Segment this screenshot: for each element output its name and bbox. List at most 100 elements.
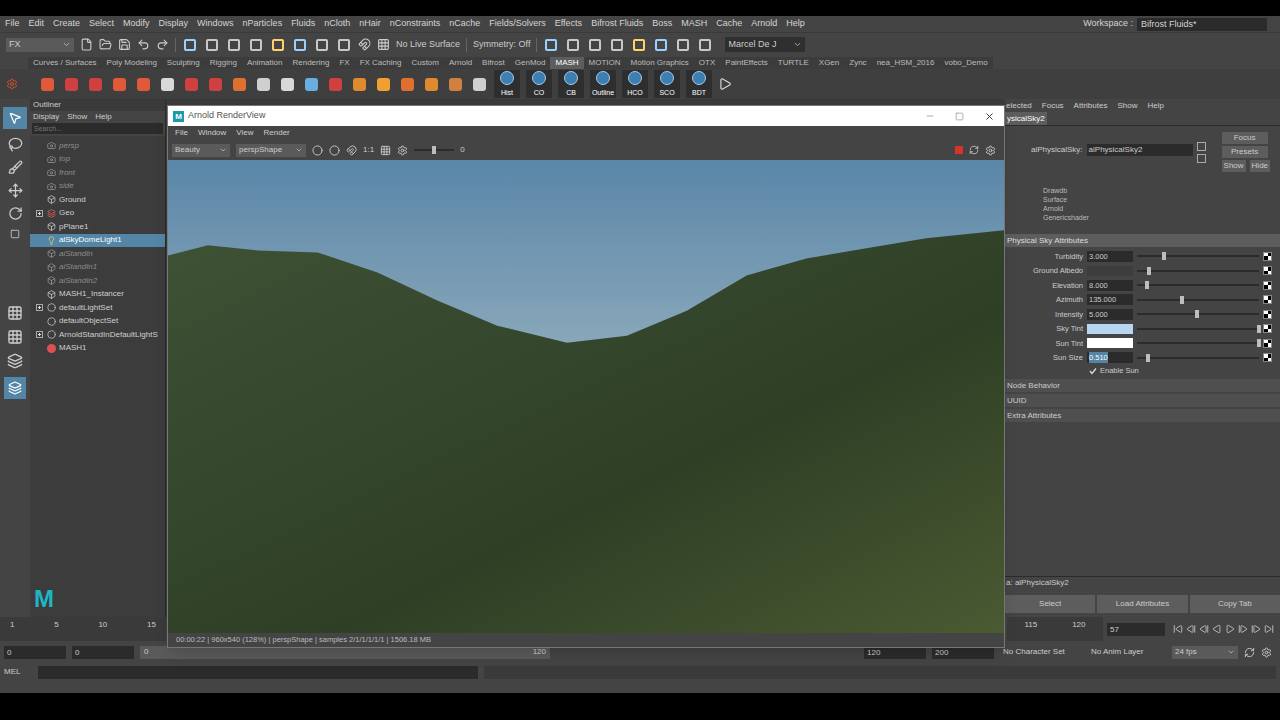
shelf-button[interactable] [254, 75, 272, 93]
outliner-item[interactable]: Geo [30, 207, 165, 221]
attribute-slider[interactable] [1137, 309, 1259, 319]
menu-item[interactable]: Create [53, 17, 80, 31]
slider-handle[interactable] [1180, 296, 1184, 304]
camera-dropdown[interactable]: perspShape [236, 144, 306, 157]
color-swatch[interactable] [1087, 324, 1133, 334]
undo-icon[interactable] [137, 38, 150, 51]
attribute-slider[interactable] [1137, 280, 1259, 290]
shelf-button[interactable] [158, 75, 176, 93]
render-view-window[interactable]: MArnold RenderViewFileWindowViewRenderBe… [167, 105, 1005, 648]
shelf-tab[interactable]: Poly Modeling [102, 57, 162, 69]
exposure-icon[interactable] [397, 145, 408, 156]
expand-icon[interactable] [36, 210, 43, 217]
color-swatch[interactable] [1087, 338, 1133, 348]
shelf-tab[interactable]: FX Caching [355, 57, 407, 69]
checkbox-row[interactable]: Enable Sun [1005, 365, 1280, 377]
shelf-button[interactable] [38, 75, 56, 93]
menu-item[interactable]: Effects [555, 17, 582, 31]
status-tool-icon[interactable] [248, 37, 264, 53]
render-view-menu-item[interactable]: Render [264, 127, 290, 139]
ae-button[interactable]: Show [1222, 160, 1246, 172]
play-forward-icon[interactable] [1225, 624, 1235, 634]
refresh-icon[interactable] [969, 145, 979, 155]
snapshot-icon[interactable] [329, 145, 340, 156]
ae-input-icon[interactable] [1197, 142, 1206, 151]
shelf-tab[interactable]: Rigging [205, 57, 242, 69]
attribute-slider[interactable] [1137, 324, 1259, 334]
step-back-key-icon[interactable] [1186, 624, 1196, 634]
outliner-item[interactable]: pPlane1 [30, 220, 165, 234]
shelf-button[interactable] [374, 75, 392, 93]
section-header[interactable]: Node Behavior [1005, 379, 1280, 392]
shelf-button[interactable] [278, 75, 296, 93]
render-tool-icon[interactable] [543, 37, 559, 53]
menu-item[interactable]: Bifrost Fluids [591, 17, 643, 31]
open-scene-icon[interactable] [99, 38, 112, 51]
shelf-button[interactable] [110, 75, 128, 93]
menu-item[interactable]: Edit [29, 17, 45, 31]
shelf-button[interactable] [422, 75, 440, 93]
ae-menu-item[interactable]: Help [1147, 99, 1163, 112]
shelf-labeled-button[interactable]: CB [558, 70, 584, 98]
aov-dropdown[interactable]: Beauty [172, 144, 230, 157]
outliner-item[interactable]: top [30, 153, 165, 167]
shelf-labeled-button[interactable]: SCO [654, 70, 680, 98]
scale-tool-icon[interactable] [10, 229, 20, 239]
ae-button[interactable]: Hide [1250, 160, 1270, 172]
save-scene-icon[interactable] [118, 38, 131, 51]
shelf-labeled-button[interactable]: BDT [686, 70, 712, 98]
shelf-settings-icon[interactable] [6, 78, 18, 90]
ae-menu-item[interactable]: elected [1006, 99, 1032, 112]
shelf-tab[interactable]: Curves / Surfaces [28, 57, 102, 69]
symmetry[interactable]: Symmetry: Off [473, 38, 530, 52]
map-button[interactable] [1263, 281, 1272, 290]
command-input[interactable] [38, 666, 478, 679]
workspace-dropdown[interactable]: Bifrost Fluids* [1137, 18, 1267, 31]
outliner-item[interactable]: aiStandIn2 [30, 274, 165, 288]
menu-item[interactable]: Fields/Solvers [489, 17, 546, 31]
outliner-item[interactable]: side [30, 180, 165, 194]
redo-icon[interactable] [156, 38, 169, 51]
inner-start-field[interactable]: 0 [72, 646, 134, 659]
shelf-tab[interactable]: MASH [550, 57, 583, 69]
shelf-button[interactable] [86, 75, 104, 93]
menu-item[interactable]: Boss [652, 17, 672, 31]
shelf-button[interactable] [398, 75, 416, 93]
shelf-tab[interactable]: PaintEffects [720, 57, 773, 69]
menu-item[interactable]: Modify [123, 17, 150, 31]
render-tool-icon[interactable] [697, 37, 713, 53]
maximize-icon[interactable] [955, 112, 964, 121]
minimize-icon[interactable] [925, 111, 935, 121]
render-view-menu-item[interactable]: View [236, 127, 253, 139]
attribute-slider[interactable] [1137, 295, 1259, 305]
expand-icon[interactable] [36, 331, 43, 338]
slider-handle[interactable] [1147, 267, 1151, 275]
menu-item[interactable]: nCache [449, 17, 480, 31]
attribute-field[interactable]: 3.000 [1087, 251, 1133, 262]
shelf-tab[interactable]: Zync [844, 57, 871, 69]
outliner-item[interactable]: defaultLightSet [30, 301, 165, 315]
slider-handle[interactable] [1146, 354, 1150, 362]
shelf-tab[interactable]: MOTION [584, 57, 626, 69]
outliner-menu-item[interactable]: Display [33, 111, 59, 123]
snap-icon[interactable] [358, 38, 371, 51]
attribute-field[interactable]: 0.510 [1087, 352, 1133, 363]
step-forward-key-icon[interactable] [1251, 624, 1261, 634]
checkbox[interactable] [1089, 367, 1097, 375]
loop-icon[interactable] [1244, 647, 1255, 658]
render-view-menu-item[interactable]: File [175, 127, 188, 139]
menu-item[interactable]: Select [89, 17, 114, 31]
shelf-button[interactable] [182, 75, 200, 93]
shelf-button[interactable] [350, 75, 368, 93]
outliner-item[interactable]: MASH1 [30, 342, 165, 356]
shelf-button[interactable] [302, 75, 320, 93]
menu-item[interactable]: Help [786, 17, 805, 31]
paint-tool-icon[interactable] [8, 160, 23, 175]
attribute-slider[interactable] [1137, 338, 1259, 348]
mode-dropdown[interactable]: FX [6, 38, 74, 52]
step-forward-icon[interactable] [1238, 624, 1248, 634]
slider-handle[interactable] [1257, 339, 1261, 347]
menu-item[interactable]: File [5, 17, 20, 31]
close-icon[interactable] [984, 111, 995, 122]
section-header[interactable]: UUID [1005, 394, 1280, 407]
